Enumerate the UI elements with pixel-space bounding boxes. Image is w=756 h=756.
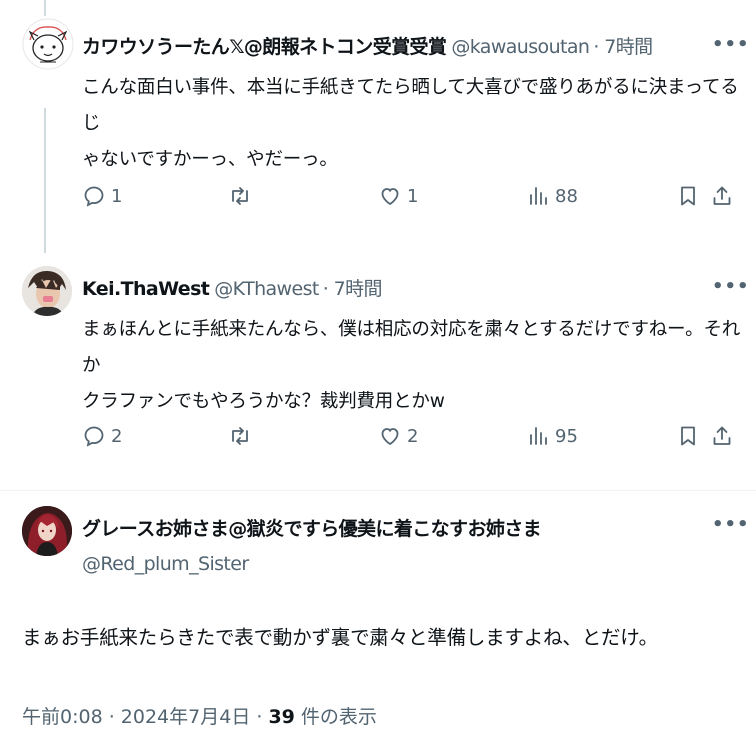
reply-icon [84,186,104,207]
reply-2-retweet-button[interactable] [228,424,252,448]
share-icon [713,186,731,205]
reply-1-like-count: 1 [407,185,419,207]
reply-1-reply-count: 1 [111,185,123,207]
reply-2-reply-button[interactable]: 2 [82,424,122,448]
reply-2-time[interactable]: · 7時間 [323,274,383,301]
reply-1-display-name[interactable]: カワウソうーたん𝕏@朗報ネトコン受賞受賞 [82,32,447,59]
reply-1-bookmark-button[interactable] [676,184,700,208]
heart-icon [381,428,399,446]
reply-2-reply-count: 2 [111,425,123,447]
reply-2-text-line: クラファンでもやろうかな？裁判費用とかw [82,391,445,412]
reply-2-views-count: 95 [555,425,578,447]
reply-2-like-button[interactable]: 2 [378,424,418,448]
bookmark-icon [681,426,695,446]
reply-icon [84,426,104,447]
reply-2-share-button[interactable] [710,424,734,448]
reply-1-more-icon[interactable]: ••• [712,34,750,55]
reply-1-share-button[interactable] [710,184,734,208]
retweet-icon [232,187,248,205]
reply-1-reply-button[interactable]: 1 [82,184,122,208]
share-icon [713,426,731,445]
main-post-timestamp[interactable]: 午前0:08 · 2024年7月4日 · [22,706,268,728]
avatar-anime-character-icon[interactable] [22,266,72,316]
reply-2-bookmark-button[interactable] [676,424,700,448]
main-post-handle[interactable]: @Red_plum_Sister [82,553,249,575]
reply-1-time[interactable]: · 7時間 [593,32,653,59]
thread-line-1 [44,108,46,253]
reply-1-like-button[interactable]: 1 [378,184,418,208]
reply-2-text-line: まぁほんとに手紙来たんなら、僕は相応の対応を粛々とするだけですねー。それか [82,319,741,376]
reply-2-like-count: 2 [407,425,419,447]
reply-1-actions: 1 1 88 [82,184,742,214]
reply-1-views-button[interactable]: 88 [526,184,578,208]
reply-1-views-count: 88 [555,185,578,207]
avatar-otter-doodle-icon[interactable] [22,18,74,70]
views-chart-icon [530,187,547,205]
reply-2-more-icon[interactable]: ••• [712,276,750,297]
main-post-views-count: 39 [268,706,295,728]
main-post-views-label: 件の表示 [294,706,377,728]
reply-2-display-name[interactable]: Kei.ThaWest [82,278,210,300]
reply-1-retweet-button[interactable] [228,184,252,208]
divider [0,490,756,491]
main-post-text: まぁお手紙来たらきたで表で動かず裏で粛々と準備しますよね、とだけ。 [22,626,658,649]
bookmark-icon [681,186,695,206]
reply-2-handle[interactable]: @KThawest [214,278,319,300]
retweet-icon [232,427,248,445]
reply-2-text: まぁほんとに手紙来たんなら、僕は相応の対応を粛々とするだけですねー。それか クラ… [82,312,742,420]
avatar-red-haired-character-icon[interactable] [22,506,72,556]
reply-1-handle[interactable]: @kawausoutan [451,36,590,58]
main-post-more-icon[interactable]: ••• [712,514,750,535]
views-chart-icon [530,427,547,445]
reply-1-text-line: ゃないですかーっ、やだーっ。 [82,149,338,170]
heart-icon [381,188,399,206]
main-post-meta: 午前0:08 · 2024年7月4日 · 39 件の表示 [22,702,377,729]
main-post-display-name[interactable]: グレースお姉さま@獄炎ですら優美に着こなすお姉さま [82,514,542,541]
reply-1-text-line: こんな面白い事件、本当に手紙きてたら晒して大喜びで盛りあがるに決まってるじ [82,77,739,134]
reply-2-views-button[interactable]: 95 [526,424,578,448]
reply-2-actions: 2 2 95 [82,424,742,454]
thread-line-top [44,0,46,16]
reply-1-text: こんな面白い事件、本当に手紙きてたら晒して大喜びで盛りあがるに決まってるじ ゃな… [82,70,742,178]
